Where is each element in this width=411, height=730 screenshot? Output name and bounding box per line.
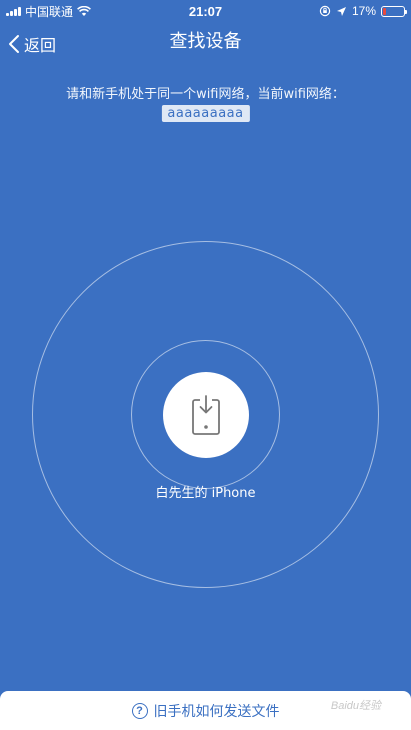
signal-icon	[6, 6, 21, 16]
status-bar: 中国联通 21:07 17%	[0, 0, 411, 22]
chevron-left-icon	[9, 35, 19, 53]
watermark: Baidu经验	[330, 700, 381, 712]
battery-icon	[381, 5, 407, 17]
battery-fill	[383, 7, 386, 15]
status-left: 中国联通	[6, 3, 91, 20]
orientation-lock-icon	[319, 5, 331, 17]
page-title: 查找设备	[169, 31, 242, 52]
help-label: 旧手机如何发送文件	[153, 703, 280, 720]
nav-bar: 返回 查找设备	[0, 22, 411, 66]
device-button[interactable]	[163, 372, 249, 458]
wifi-icon	[77, 5, 91, 16]
carrier-label: 中国联通	[25, 4, 74, 19]
status-right: 17%	[319, 4, 407, 18]
wifi-instruction: 请和新手机处于同一个wifi网络，当前wifi网络：	[66, 87, 345, 102]
battery-percent: 17%	[351, 4, 376, 18]
question-icon: ?	[131, 702, 148, 719]
back-button[interactable]: 返回	[8, 22, 56, 66]
wifi-name: aaaaaaaaa	[161, 105, 250, 122]
back-label: 返回	[24, 36, 57, 55]
location-icon	[336, 6, 346, 16]
phone-download-icon	[192, 395, 220, 435]
device-name: 白先生的 iPhone	[155, 486, 256, 501]
